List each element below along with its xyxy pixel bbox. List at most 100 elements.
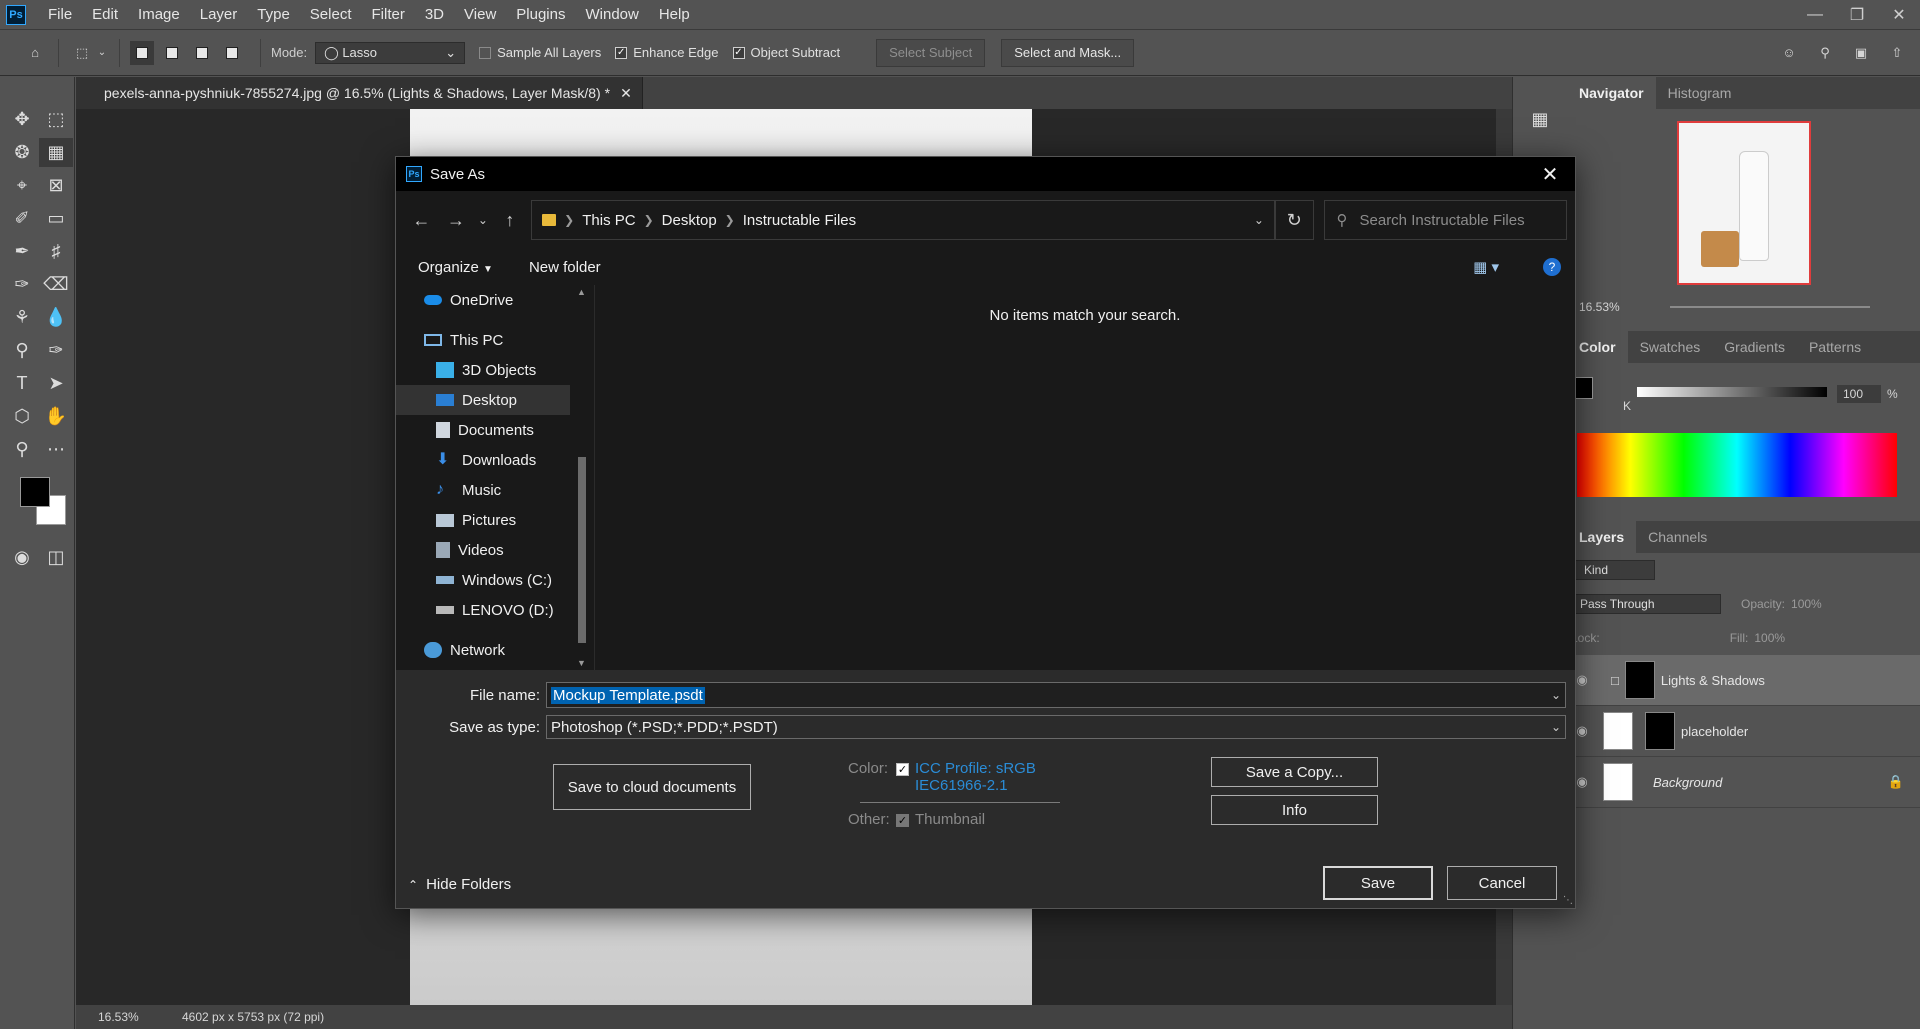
- sample-all-layers-checkbox[interactable]: Sample All Layers: [479, 45, 601, 60]
- info-button[interactable]: Info: [1211, 795, 1378, 825]
- breadcrumb-this-pc[interactable]: This PC: [582, 212, 635, 229]
- up-arrow-icon[interactable]: ↑: [493, 205, 528, 235]
- layer-row[interactable]: ◉ placeholder: [1567, 706, 1920, 757]
- close-icon[interactable]: ✕: [1537, 161, 1563, 187]
- tab-layers[interactable]: Layers: [1567, 521, 1637, 553]
- marquee-tool-icon[interactable]: ⬚: [39, 105, 73, 134]
- menu-view[interactable]: View: [454, 0, 506, 29]
- search-input[interactable]: ⚲ Search Instructable Files: [1323, 200, 1567, 240]
- navigator-zoom-slider[interactable]: [1669, 306, 1870, 308]
- quick-mask-icon[interactable]: ◉: [8, 543, 36, 572]
- help-icon[interactable]: ?: [1543, 258, 1561, 276]
- view-options-icon[interactable]: ▦ ▾: [1473, 258, 1499, 276]
- layer-mask-thumbnail[interactable]: [1645, 712, 1675, 750]
- menu-select[interactable]: Select: [300, 0, 362, 29]
- close-tab-icon[interactable]: ✕: [620, 85, 632, 102]
- blur-tool-icon[interactable]: 💧: [39, 303, 73, 332]
- file-name-input[interactable]: Mockup Template.psdt ⌄: [546, 682, 1566, 708]
- select-subject-button[interactable]: Select Subject: [876, 38, 986, 67]
- organize-button[interactable]: Organize ▼: [418, 259, 493, 276]
- tree-item-music[interactable]: ♪ Music: [396, 475, 594, 505]
- home-icon[interactable]: ⌂: [22, 40, 48, 66]
- hide-folders-button[interactable]: ⌃ Hide Folders: [408, 876, 511, 893]
- stamp-tool-icon[interactable]: ♯: [39, 237, 73, 266]
- object-selection-tool-icon[interactable]: ⬚: [69, 40, 95, 66]
- tab-channels[interactable]: Channels: [1636, 521, 1719, 553]
- minimize-icon[interactable]: —: [1794, 0, 1836, 29]
- chevron-down-icon[interactable]: ⌄: [1551, 688, 1561, 702]
- subtract-selection-icon[interactable]: [190, 41, 214, 65]
- tree-item-onedrive[interactable]: OneDrive: [396, 285, 594, 315]
- object-subtract-checkbox[interactable]: ✓ Object Subtract: [732, 45, 840, 60]
- menu-filter[interactable]: Filter: [362, 0, 415, 29]
- k-value[interactable]: 100: [1837, 385, 1881, 403]
- share-icon[interactable]: ⇧: [1884, 40, 1910, 66]
- menu-plugins[interactable]: Plugins: [506, 0, 575, 29]
- breadcrumb-desktop[interactable]: Desktop: [662, 212, 717, 229]
- tab-navigator[interactable]: Navigator: [1567, 77, 1656, 109]
- frame-tool-icon[interactable]: ⊠: [39, 171, 73, 200]
- save-a-copy-button[interactable]: Save a Copy...: [1211, 757, 1378, 787]
- dodge-tool-icon[interactable]: ⚲: [5, 336, 39, 365]
- menu-help[interactable]: Help: [649, 0, 700, 29]
- share-user-icon[interactable]: ☺: [1776, 40, 1802, 66]
- icc-profile-checkbox[interactable]: ✓: [896, 763, 909, 776]
- icc-profile-link[interactable]: ICC Profile: sRGB IEC61966-2.1: [915, 760, 1036, 794]
- layer-mask-thumbnail[interactable]: [1624, 661, 1655, 699]
- file-list[interactable]: No items match your search.: [594, 285, 1575, 670]
- forward-arrow-icon[interactable]: →: [439, 205, 474, 235]
- close-window-icon[interactable]: ✕: [1878, 0, 1920, 29]
- tree-scroll-thumb[interactable]: [578, 457, 586, 643]
- cancel-button[interactable]: Cancel: [1447, 866, 1557, 900]
- search-icon[interactable]: ⚲: [1812, 40, 1838, 66]
- new-folder-button[interactable]: New folder: [529, 259, 601, 276]
- layer-thumbnail[interactable]: [1603, 763, 1633, 801]
- chevron-down-icon[interactable]: ⌄: [95, 40, 109, 66]
- new-selection-icon[interactable]: [130, 40, 154, 65]
- tree-item-documents[interactable]: Documents: [396, 415, 594, 445]
- enhance-edge-checkbox[interactable]: ✓ Enhance Edge: [615, 45, 719, 60]
- tree-item-videos[interactable]: Videos: [396, 535, 594, 565]
- tree-item-this-pc[interactable]: This PC: [396, 325, 594, 355]
- lasso-tool-icon[interactable]: ❂: [5, 138, 39, 167]
- foreground-color-swatch[interactable]: [20, 477, 50, 507]
- add-selection-icon[interactable]: [160, 41, 184, 65]
- color-spectrum[interactable]: [1577, 433, 1897, 497]
- tree-item-lenovo-d[interactable]: LENOVO (D:): [396, 595, 594, 625]
- tree-item-network[interactable]: Network: [396, 635, 594, 665]
- tree-item-pictures[interactable]: Pictures: [396, 505, 594, 535]
- eyedropper-tool-icon[interactable]: ✐: [5, 204, 39, 233]
- tree-scrollbar[interactable]: ▲ ▼: [570, 285, 594, 670]
- intersect-selection-icon[interactable]: [220, 41, 244, 65]
- pen-tool-icon[interactable]: ✑: [39, 336, 73, 365]
- menu-window[interactable]: Window: [575, 0, 648, 29]
- save-button[interactable]: Save: [1323, 866, 1433, 900]
- refresh-icon[interactable]: ↻: [1274, 200, 1314, 240]
- screen-mode-icon[interactable]: ◫: [42, 543, 70, 572]
- opacity-value[interactable]: 100%: [1791, 597, 1822, 611]
- zoom-level[interactable]: 16.53%: [98, 1010, 170, 1024]
- scroll-down-icon[interactable]: ▼: [577, 658, 586, 668]
- restore-icon[interactable]: ❐: [1836, 0, 1878, 29]
- blend-mode-select[interactable]: Pass Through: [1571, 594, 1721, 614]
- chevron-down-icon[interactable]: ⌄: [1254, 213, 1264, 227]
- tree-item-windows-c[interactable]: Windows (C:): [396, 565, 594, 595]
- layer-row[interactable]: ◉ □ Lights & Shadows: [1567, 655, 1920, 706]
- menu-3d[interactable]: 3D: [415, 0, 454, 29]
- fill-value[interactable]: 100%: [1754, 631, 1785, 645]
- zoom-tool-icon[interactable]: ⚲: [5, 435, 39, 464]
- document-tab[interactable]: pexels-anna-pyshniuk-7855274.jpg @ 16.5%…: [76, 77, 643, 109]
- save-to-cloud-button[interactable]: Save to cloud documents: [553, 764, 751, 810]
- resize-grip-icon[interactable]: ⋱: [1563, 895, 1573, 906]
- back-arrow-icon[interactable]: ←: [404, 205, 439, 235]
- type-tool-icon[interactable]: T: [5, 369, 39, 398]
- thumbnail-checkbox[interactable]: ✓: [896, 814, 909, 827]
- healing-brush-icon[interactable]: ▭: [39, 204, 73, 233]
- tab-gradients[interactable]: Gradients: [1712, 331, 1797, 363]
- paint-bucket-icon[interactable]: ⚘: [5, 303, 39, 332]
- k-slider[interactable]: [1637, 387, 1827, 397]
- path-selection-icon[interactable]: ➤: [39, 369, 73, 398]
- tab-swatches[interactable]: Swatches: [1628, 331, 1713, 363]
- move-tool-icon[interactable]: ✥: [5, 105, 39, 134]
- select-and-mask-button[interactable]: Select and Mask...: [1001, 38, 1135, 67]
